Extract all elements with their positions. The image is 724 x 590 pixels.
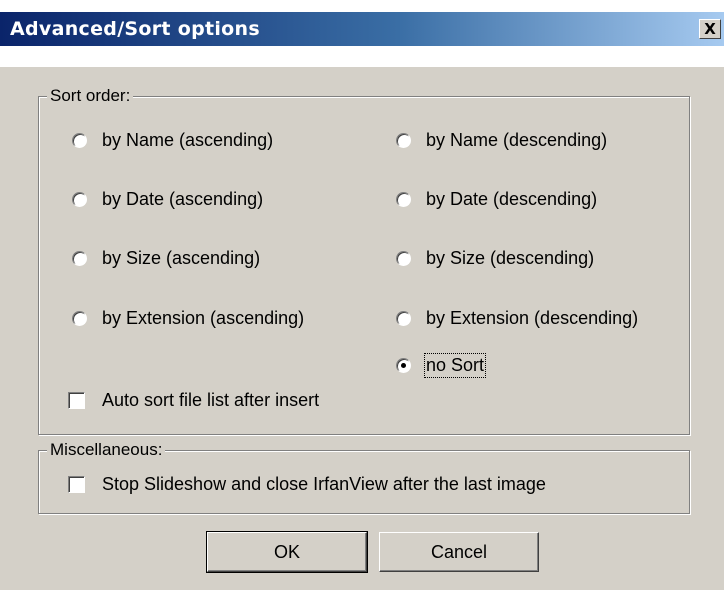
- radio-label: by Date (descending): [426, 189, 598, 209]
- checkbox-label: Auto sort file list after insert: [102, 390, 320, 410]
- radio-label: by Size (ascending): [102, 248, 261, 268]
- radio-button[interactable]: [72, 311, 87, 326]
- radio-extension-descending[interactable]: by Extension (descending): [396, 308, 638, 329]
- radio-button[interactable]: [396, 311, 411, 326]
- radio-button[interactable]: [396, 192, 411, 207]
- radio-name-descending[interactable]: by Name (descending): [396, 130, 607, 151]
- sort-order-group: Sort order: by Name (ascending) by Name …: [38, 86, 690, 435]
- radio-button-selected[interactable]: [396, 358, 411, 373]
- radio-button[interactable]: [72, 133, 87, 148]
- radio-label: by Size (descending): [426, 248, 595, 268]
- radio-size-ascending[interactable]: by Size (ascending): [72, 248, 260, 269]
- radio-extension-ascending[interactable]: by Extension (ascending): [72, 308, 304, 329]
- miscellaneous-group-title: Miscellaneous:: [47, 440, 166, 460]
- checkbox-label: Stop Slideshow and close IrfanView after…: [102, 474, 546, 494]
- radio-label: by Date (ascending): [102, 189, 264, 209]
- radio-button[interactable]: [72, 251, 87, 266]
- radio-label: by Extension (descending): [426, 308, 639, 328]
- radio-date-ascending[interactable]: by Date (ascending): [72, 189, 263, 210]
- sort-order-group-title: Sort order:: [47, 86, 134, 106]
- ok-button[interactable]: OK: [206, 531, 368, 573]
- title-bar: Advanced/Sort options X: [0, 12, 724, 46]
- cancel-button[interactable]: Cancel: [379, 532, 539, 572]
- window-title: Advanced/Sort options: [10, 18, 260, 40]
- auto-sort-checkbox[interactable]: Auto sort file list after insert: [68, 390, 319, 411]
- radio-size-descending[interactable]: by Size (descending): [396, 248, 594, 269]
- radio-label: by Name (descending): [426, 130, 608, 150]
- radio-label: by Name (ascending): [102, 130, 274, 150]
- radio-date-descending[interactable]: by Date (descending): [396, 189, 597, 210]
- radio-no-sort[interactable]: no Sort: [396, 353, 487, 378]
- stop-slideshow-checkbox[interactable]: Stop Slideshow and close IrfanView after…: [68, 474, 546, 495]
- radio-button[interactable]: [72, 192, 87, 207]
- radio-label: no Sort: [423, 353, 487, 378]
- dialog-body: Sort order: by Name (ascending) by Name …: [0, 67, 724, 590]
- miscellaneous-group: Miscellaneous: Stop Slideshow and close …: [38, 440, 690, 514]
- radio-label: by Extension (ascending): [102, 308, 305, 328]
- radio-name-ascending[interactable]: by Name (ascending): [72, 130, 273, 151]
- radio-button[interactable]: [396, 133, 411, 148]
- close-button[interactable]: X: [699, 19, 721, 39]
- checkbox-box[interactable]: [68, 476, 85, 493]
- close-icon: X: [704, 19, 716, 38]
- radio-button[interactable]: [396, 251, 411, 266]
- checkbox-box[interactable]: [68, 392, 85, 409]
